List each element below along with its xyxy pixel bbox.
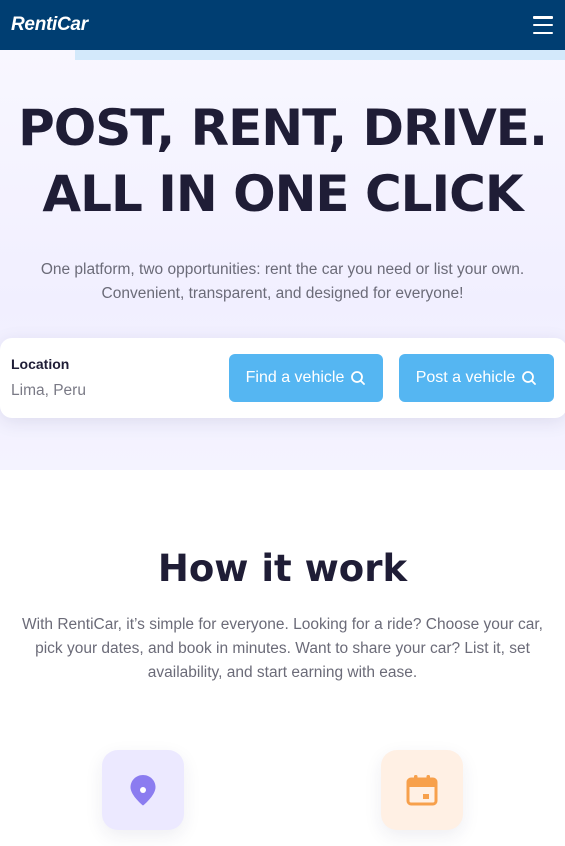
hero-subtitle: One platform, two opportunities: rent th… bbox=[20, 258, 545, 306]
top-navbar: RentiCar bbox=[0, 0, 565, 50]
feature-calendar-card bbox=[381, 750, 463, 830]
nav-accent-strip bbox=[75, 50, 565, 60]
calendar-icon bbox=[406, 775, 438, 806]
search-card: Location Lima, Peru Find a vehicle Post … bbox=[0, 338, 565, 418]
location-label: Location bbox=[11, 356, 70, 372]
hamburger-menu-icon[interactable] bbox=[533, 16, 553, 34]
find-vehicle-button[interactable]: Find a vehicle bbox=[229, 354, 383, 402]
find-vehicle-label: Find a vehicle bbox=[245, 369, 345, 386]
location-pin-icon bbox=[130, 775, 156, 806]
search-icon bbox=[522, 371, 537, 385]
post-vehicle-label: Post a vehicle bbox=[415, 369, 516, 386]
brand-logo[interactable]: RentiCar bbox=[11, 14, 88, 36]
hero-title-line-1: POST, RENT, DRIVE. bbox=[18, 99, 548, 157]
hero-title-line-2: ALL IN ONE CLICK bbox=[42, 165, 523, 223]
feature-location-card bbox=[102, 750, 184, 830]
hero-subtitle-line-1: One platform, two opportunities: rent th… bbox=[40, 261, 525, 278]
hero-subtitle-line-2: Convenient, transparent, and designed fo… bbox=[101, 285, 464, 302]
how-it-works-title: How it work bbox=[157, 547, 408, 590]
search-icon bbox=[351, 371, 366, 385]
hero-title: POST, RENT, DRIVE. ALL IN ONE CLICK bbox=[0, 95, 565, 227]
how-desc-line-3: availability, and start earning with eas… bbox=[147, 664, 418, 681]
how-desc-line-2: pick your dates, and book in minutes. Wa… bbox=[35, 640, 530, 657]
location-input[interactable]: Lima, Peru bbox=[11, 382, 86, 400]
post-vehicle-button[interactable]: Post a vehicle bbox=[399, 354, 554, 402]
how-desc-line-1: With RentiCar, it’s simple for everyone.… bbox=[22, 616, 543, 633]
how-it-works-description: With RentiCar, it’s simple for everyone.… bbox=[15, 613, 550, 685]
